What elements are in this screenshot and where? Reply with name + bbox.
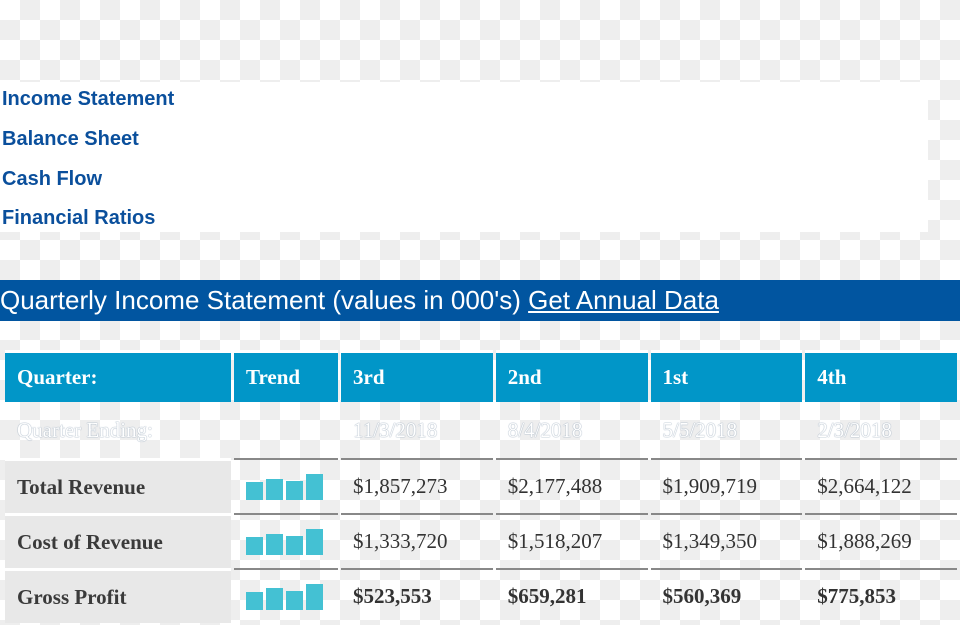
table-row: Cost of Revenue $1,333,720 $1,518,207 $1,34… [5,513,957,568]
row-label: Cost of Revenue [5,513,231,568]
nav-financial-ratios[interactable]: Financial Ratios [2,207,155,230]
value-cell: $775,853 [805,568,957,623]
value-cell: $659,281 [495,568,648,623]
trend-bar [286,590,303,610]
table-row: Gross Profit $523,553 $659,281 $560,369 $775… [5,568,957,623]
quarter-ending-label: Quarter Ending: [17,417,153,442]
value-cell: $1,518,207 [495,513,648,568]
column-header: 2nd [495,350,648,402]
quarter-ending-row: Quarter Ending: 11/3/2018 8/4/2018 5/5/2018… [5,402,957,458]
column-header: Trend [234,350,338,402]
quarter-ending-date: 11/3/2018 [353,417,438,442]
column-header: Quarter: [5,350,231,402]
row-label: Gross Profit [5,568,231,623]
trend-bar [266,587,283,610]
trend-sparkline [246,583,338,610]
nav-balance-sheet[interactable]: Balance Sheet [2,128,139,151]
trend-cell [234,568,338,623]
trend-bar [306,583,323,610]
nav-cash-flow[interactable]: Cash Flow [2,168,102,191]
value-cell: $523,553 [341,568,493,623]
trend-bar [286,535,303,555]
trend-bar [266,478,283,500]
get-annual-data-link[interactable]: Get Annual Data [528,285,719,315]
section-title: Quarterly Income Statement (values in 00… [0,285,521,315]
value-cell: $1,909,719 [650,458,803,513]
column-header: 3rd [341,350,493,402]
trend-cell [234,458,338,513]
trend-bar [286,480,303,500]
income-statement-table: Quarter: Trend 3rd 2nd 1st 4th Quarter Ending… [2,350,960,623]
value-cell: $560,369 [650,568,803,623]
value-cell: $1,333,720 [341,513,493,568]
column-header: 1st [650,350,803,402]
empty-cell [234,402,338,458]
trend-sparkline [246,473,338,500]
trend-bar [246,591,263,610]
value-cell: $2,664,122 [805,458,957,513]
trend-bar [246,536,263,555]
row-label: Total Revenue [5,458,231,513]
trend-sparkline [246,528,338,555]
quarter-ending-date: 2/3/2018 [817,417,892,442]
table-row: Total Revenue $1,857,273 $2,177,488 $1,909,… [5,458,957,513]
nav-income-statement[interactable]: Income Statement [2,88,174,111]
column-header: 4th [805,350,957,402]
quarter-ending-date: 5/5/2018 [662,417,738,442]
value-cell: $1,857,273 [341,458,493,513]
value-cell: $1,888,269 [805,513,957,568]
quarter-ending-date: 8/4/2018 [507,417,583,442]
trend-bar [306,473,323,500]
trend-bar [246,481,263,500]
value-cell: $2,177,488 [495,458,648,513]
trend-cell [234,513,338,568]
trend-bar [306,528,323,555]
value-cell: $1,349,350 [650,513,803,568]
trend-bar [266,533,283,555]
nav-panel: Income Statement Balance Sheet Cash Flow… [0,82,928,232]
section-banner: Quarterly Income Statement (values in 00… [0,280,960,321]
